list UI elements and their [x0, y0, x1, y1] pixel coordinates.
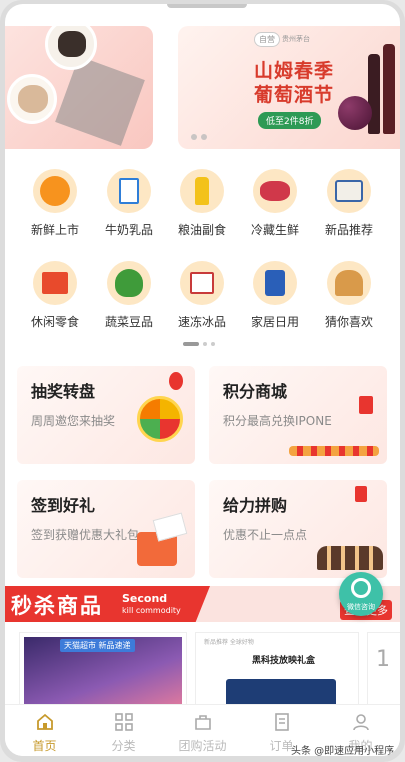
frozen-icon — [180, 261, 224, 305]
promo-subtitle: 优惠不止一点点 — [223, 528, 308, 542]
promo-title: 抽奖转盘 — [31, 382, 96, 401]
milk-icon — [107, 169, 151, 213]
promo-card-lottery[interactable]: 抽奖转盘 周周邀您来抽奖 — [17, 366, 195, 464]
flash-sale-product[interactable]: 天猫超市 新品速递 — [19, 632, 187, 708]
tab-label: 分类 — [111, 739, 136, 753]
promo-card-points-mall[interactable]: 积分商城 积分最高兑换IPONE — [209, 366, 387, 464]
category-pager — [183, 342, 215, 346]
gift-balloon-icon — [169, 372, 183, 390]
banner-title: 山姆春季 — [254, 60, 335, 82]
promo-title: 签到好礼 — [31, 496, 96, 515]
order-icon — [273, 713, 291, 731]
watermark: 头条 @即速应用小程序 — [291, 746, 395, 756]
banner-discount-pill: 低至2件8折 — [258, 112, 322, 129]
meat-icon — [253, 169, 297, 213]
snack-icon — [33, 261, 77, 305]
lottery-wheel-icon — [137, 396, 183, 442]
tab-category[interactable]: 分类 — [84, 705, 163, 756]
banner-title: 葡萄酒节 — [254, 84, 335, 106]
tab-home[interactable]: 首页 — [5, 705, 84, 756]
flash-sale-en-title: Second — [122, 592, 168, 605]
category-item[interactable]: 新品推荐 — [312, 169, 386, 238]
tab-group-buy[interactable]: 团购活动 — [163, 705, 242, 756]
category-item[interactable]: 牛奶乳品 — [92, 169, 166, 238]
banner-slide-wine-festival[interactable]: 自营 贵州茅台 山姆春季 葡萄酒节 低至2件8折 — [178, 26, 400, 149]
people-group-icon — [317, 546, 383, 570]
grapes-image — [338, 96, 372, 130]
coins-decoration — [289, 446, 379, 456]
home-icon — [36, 713, 54, 731]
flash-sale-title: 秒杀商品 — [11, 594, 103, 618]
category-label: 猜你喜欢 — [324, 315, 373, 329]
tab-label: 团购活动 — [178, 739, 227, 753]
category-item[interactable]: 家居日用 — [238, 261, 312, 330]
category-item[interactable]: 粮油副食 — [165, 169, 239, 238]
category-label: 牛奶乳品 — [104, 223, 153, 237]
device-frame: 自营 贵州茅台 山姆春季 葡萄酒节 低至2件8折 新鲜上市 牛奶乳品 粮油副食 — [0, 0, 405, 762]
red-envelope-icon — [359, 396, 373, 414]
headset-icon — [351, 578, 371, 598]
category-label: 休闲零食 — [30, 315, 79, 329]
new-product-icon — [327, 169, 371, 213]
category-label: 蔬菜豆品 — [104, 315, 153, 329]
wine-bottle-image — [368, 54, 380, 134]
category-item[interactable]: 冷藏生鲜 — [238, 169, 312, 238]
bag-icon — [194, 713, 212, 731]
promo-subtitle: 周周邀您来抽奖 — [31, 414, 116, 428]
category-item[interactable]: 新鲜上市 — [18, 169, 92, 238]
category-item[interactable]: 速冻冰品 — [165, 261, 239, 330]
tissue-icon — [253, 261, 297, 305]
category-item[interactable]: 猜你喜欢 — [312, 261, 386, 330]
product-title: 黑科技放映礼盒 — [252, 656, 316, 666]
category-label: 粮油副食 — [177, 223, 226, 237]
category-label: 速冻冰品 — [177, 315, 226, 329]
promo-title: 给力拼购 — [223, 496, 288, 515]
flash-sale-product[interactable]: 新品推荐 全球好物 黑科技放映礼盒 — [195, 632, 359, 708]
banner-slide-previous[interactable] — [5, 26, 153, 149]
flash-sale-product[interactable]: 1 — [367, 632, 400, 708]
oil-icon — [180, 169, 224, 213]
promo-card-checkin[interactable]: 签到好礼 签到获赠优惠大礼包 — [17, 480, 195, 578]
product-caption: 1 — [376, 647, 390, 672]
notch — [167, 4, 247, 8]
food-bowl-image — [7, 74, 57, 124]
category-item[interactable]: 休闲零食 — [18, 261, 92, 330]
phone-screen: 自营 贵州茅台 山姆春季 葡萄酒节 低至2件8折 新鲜上市 牛奶乳品 粮油副食 — [5, 4, 400, 756]
wechat-consult-button[interactable]: 微信咨询 — [339, 572, 383, 616]
banner-indicator — [191, 134, 207, 140]
float-button-label: 微信咨询 — [347, 603, 375, 611]
bread-icon — [327, 261, 371, 305]
category-label: 新品推荐 — [324, 223, 373, 237]
user-icon — [352, 713, 370, 731]
category-label: 冷藏生鲜 — [250, 223, 299, 237]
banner-badge-small: 贵州茅台 — [282, 35, 310, 43]
category-label: 新鲜上市 — [30, 223, 79, 237]
product-caption: 新品推荐 全球好物 — [204, 639, 254, 646]
wine-bottle-image — [383, 44, 395, 134]
product-tag: 天猫超市 新品速递 — [60, 639, 135, 652]
red-envelope-icon — [355, 486, 367, 502]
promo-title: 积分商城 — [223, 382, 288, 401]
category-item[interactable]: 蔬菜豆品 — [92, 261, 166, 330]
category-label: 家居日用 — [250, 315, 299, 329]
vegetable-icon — [107, 261, 151, 305]
orange-icon — [33, 169, 77, 213]
grid-icon — [114, 713, 133, 731]
banner-badge: 自营 — [254, 32, 280, 47]
tab-label: 首页 — [32, 739, 57, 753]
flash-sale-en-subtitle: kill commodity — [122, 606, 181, 615]
promo-card-group-buy[interactable]: 给力拼购 优惠不止一点点 — [209, 480, 387, 578]
